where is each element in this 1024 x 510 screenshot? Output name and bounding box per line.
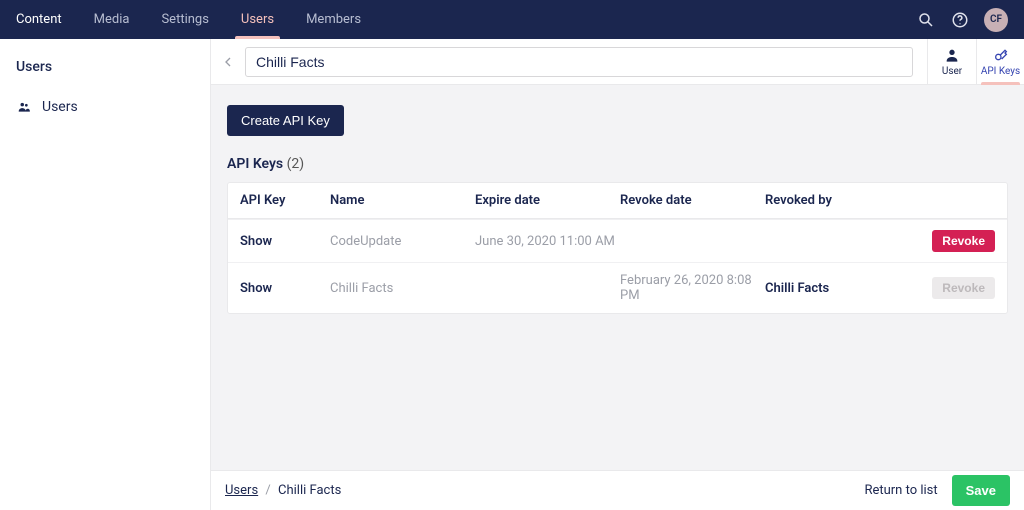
sidebar-item-label: Users <box>42 99 78 115</box>
cell-revoke-date: February 26, 2020 8:08 PM <box>620 273 765 303</box>
cell-expire: June 30, 2020 11:00 AM <box>475 234 620 249</box>
col-expire: Expire date <box>475 193 620 208</box>
sidebar-item-users[interactable]: Users <box>0 93 210 121</box>
tab-label: User <box>942 66 962 77</box>
create-api-key-button[interactable]: Create API Key <box>227 105 344 136</box>
breadcrumb: Users / Chilli Facts <box>225 483 341 498</box>
revoke-button: Revoke <box>932 277 995 299</box>
topnav-item-members[interactable]: Members <box>290 0 377 39</box>
table-row: Show Chilli Facts February 26, 2020 8:08… <box>228 262 1007 313</box>
sidebar: Users Users <box>0 39 211 510</box>
breadcrumb-current: Chilli Facts <box>278 483 341 498</box>
user-icon <box>943 46 961 64</box>
cell-name: Chilli Facts <box>330 281 475 296</box>
breadcrumb-root[interactable]: Users <box>225 483 258 498</box>
col-name: Name <box>330 193 475 208</box>
name-input[interactable] <box>245 47 913 77</box>
topnav-item-content[interactable]: Content <box>0 0 78 39</box>
show-key-link[interactable]: Show <box>240 234 330 249</box>
show-key-link[interactable]: Show <box>240 281 330 296</box>
help-icon[interactable] <box>950 10 970 30</box>
section-count: (2) <box>287 156 305 172</box>
section-title: API Keys (2) <box>227 156 1008 172</box>
section-title-text: API Keys <box>227 156 283 172</box>
footer: Users / Chilli Facts Return to list Save <box>211 470 1024 510</box>
users-group-icon <box>16 100 32 114</box>
tab-api-keys[interactable]: API Keys <box>976 39 1024 84</box>
return-to-list-link[interactable]: Return to list <box>864 483 937 498</box>
cell-revoked-by[interactable]: Chilli Facts <box>765 281 935 296</box>
back-button[interactable] <box>211 39 245 84</box>
table-header: API Key Name Expire date Revoke date Rev… <box>228 183 1007 219</box>
main: User API Keys Create API Key API Keys (2… <box>211 39 1024 510</box>
table-row: Show CodeUpdate June 30, 2020 11:00 AM R… <box>228 219 1007 262</box>
topnav-item-users[interactable]: Users <box>225 0 290 39</box>
topbar-right: CF <box>916 8 1008 32</box>
topnav-item-settings[interactable]: Settings <box>145 0 224 39</box>
search-icon[interactable] <box>916 10 936 30</box>
content-body: Create API Key API Keys (2) API Key Name… <box>211 85 1024 510</box>
col-revoke-date: Revoke date <box>620 193 765 208</box>
revoke-button[interactable]: Revoke <box>932 230 995 252</box>
avatar[interactable]: CF <box>984 8 1008 32</box>
breadcrumb-separator: / <box>265 483 270 498</box>
content-header: User API Keys <box>211 39 1024 85</box>
tab-user[interactable]: User <box>928 39 976 84</box>
col-revoked-by: Revoked by <box>765 193 935 208</box>
key-icon <box>992 46 1010 64</box>
cell-name: CodeUpdate <box>330 234 475 249</box>
topbar: Content Media Settings Users Members CF <box>0 0 1024 39</box>
topnav: Content Media Settings Users Members <box>0 0 377 39</box>
sidebar-header: Users <box>0 59 210 93</box>
col-api-key: API Key <box>240 193 330 208</box>
tab-label: API Keys <box>981 66 1020 77</box>
save-button[interactable]: Save <box>952 475 1010 506</box>
topnav-item-media[interactable]: Media <box>78 0 146 39</box>
tabs: User API Keys <box>927 39 1024 84</box>
api-keys-table: API Key Name Expire date Revoke date Rev… <box>227 182 1008 314</box>
footer-right: Return to list Save <box>864 475 1010 506</box>
